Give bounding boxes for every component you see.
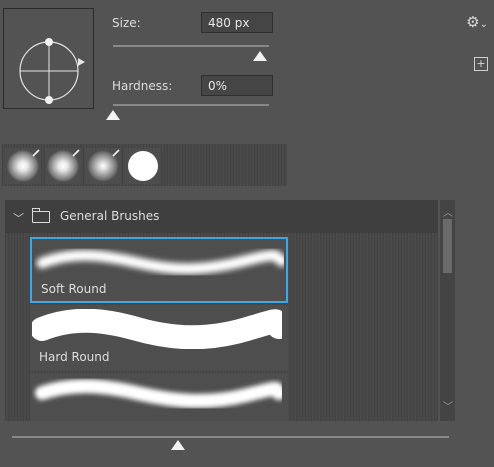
settings-gear-icon[interactable]: ⚙⌄ xyxy=(466,13,488,31)
chevron-down-icon[interactable]: ﹀ xyxy=(13,210,24,226)
hardness-slider-thumb[interactable] xyxy=(106,110,120,120)
new-preset-button[interactable]: + xyxy=(474,57,488,71)
brush-stroke-preview xyxy=(35,379,282,408)
scroll-down-icon[interactable]: ﹀ xyxy=(443,398,453,413)
brush-tool-icon xyxy=(32,149,40,157)
recent-brush-2[interactable] xyxy=(45,148,81,184)
brush-tool-icon xyxy=(112,149,120,157)
brush-item-soft-round[interactable]: Soft Round xyxy=(30,237,288,303)
preview-size-slider-track[interactable] xyxy=(12,436,449,438)
soft-round-stroke-preview xyxy=(36,249,284,275)
brush-item-hard-round[interactable]: Hard Round xyxy=(30,305,288,371)
hardness-label: Hardness: xyxy=(112,79,173,93)
group-title: General Brushes xyxy=(60,209,160,223)
preview-size-slider-thumb[interactable] xyxy=(171,440,186,450)
size-field[interactable] xyxy=(201,12,273,33)
plus-icon: + xyxy=(476,57,486,70)
brush-item-label: Hard Round xyxy=(39,350,110,364)
folder-icon xyxy=(32,211,50,223)
brush-item-3[interactable] xyxy=(30,373,288,421)
recent-brush-3[interactable] xyxy=(85,148,121,184)
scrollbar-thumb[interactable] xyxy=(443,219,452,273)
size-label: Size: xyxy=(112,16,141,30)
size-slider-track[interactable] xyxy=(113,45,269,47)
rotate-arrow-icon[interactable] xyxy=(78,58,85,66)
recent-brush-1[interactable] xyxy=(5,148,41,184)
size-slider-thumb[interactable] xyxy=(252,51,267,61)
hard-round-stroke-preview xyxy=(32,309,282,349)
hardness-slider-track[interactable] xyxy=(113,104,269,106)
scroll-up-icon[interactable]: ︿ xyxy=(443,204,453,219)
brush-tool-icon xyxy=(72,149,80,157)
brush-item-label: Soft Round xyxy=(41,282,107,296)
recent-brush-4[interactable] xyxy=(125,148,161,184)
hardness-field[interactable] xyxy=(201,75,273,96)
